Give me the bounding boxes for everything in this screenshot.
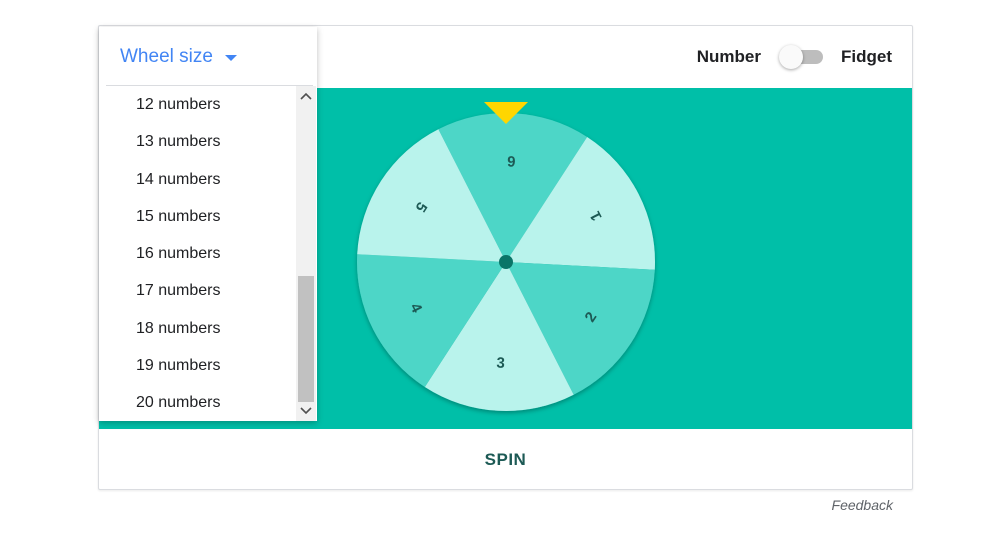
mode-toggle-switch[interactable] (779, 45, 823, 69)
wheel-segment-label: 3 (496, 354, 505, 371)
wheel-hub (499, 255, 513, 269)
toggle-label-number: Number (696, 47, 761, 66)
wheel-size-option[interactable]: 17 numbers (99, 272, 296, 309)
wheel-size-option[interactable]: 16 numbers (99, 235, 296, 272)
wheel-size-option[interactable]: 18 numbers (99, 310, 296, 347)
wheel-size-dropdown: Wheel size 12 numbers 13 numbers 14 number… (99, 27, 317, 421)
wheel-size-label: Wheel size (120, 46, 213, 67)
chevron-up-icon[interactable] (296, 86, 316, 106)
wheel-size-option[interactable]: 12 numbers (99, 86, 296, 123)
toggle-knob[interactable] (779, 45, 803, 69)
wheel-segment-label: 6 (507, 152, 516, 169)
wheel-size-option[interactable]: 19 numbers (99, 347, 296, 384)
wheel-size-option[interactable]: 13 numbers (99, 123, 296, 160)
wheel-size-option[interactable]: 15 numbers (99, 198, 296, 235)
dropdown-scrollbar[interactable] (296, 86, 316, 421)
mode-toggle-group: Number Fidget (697, 26, 892, 88)
caret-down-icon (224, 55, 237, 61)
scrollbar-thumb[interactable] (298, 276, 314, 402)
wheel-size-options: 12 numbers 13 numbers 14 numbers 15 numbers… (99, 86, 296, 421)
chevron-down-icon[interactable] (296, 401, 316, 421)
wheel-size-option[interactable]: 14 numbers (99, 161, 296, 198)
wheel-size-option[interactable]: 20 numbers (99, 384, 296, 421)
card-footer: SPIN (99, 429, 912, 491)
toggle-label-fidget: Fidget (841, 47, 892, 66)
wheel-size-select[interactable]: Wheel size (99, 27, 317, 87)
spin-button[interactable]: SPIN (465, 440, 547, 480)
feedback-link[interactable]: Feedback (832, 497, 893, 513)
